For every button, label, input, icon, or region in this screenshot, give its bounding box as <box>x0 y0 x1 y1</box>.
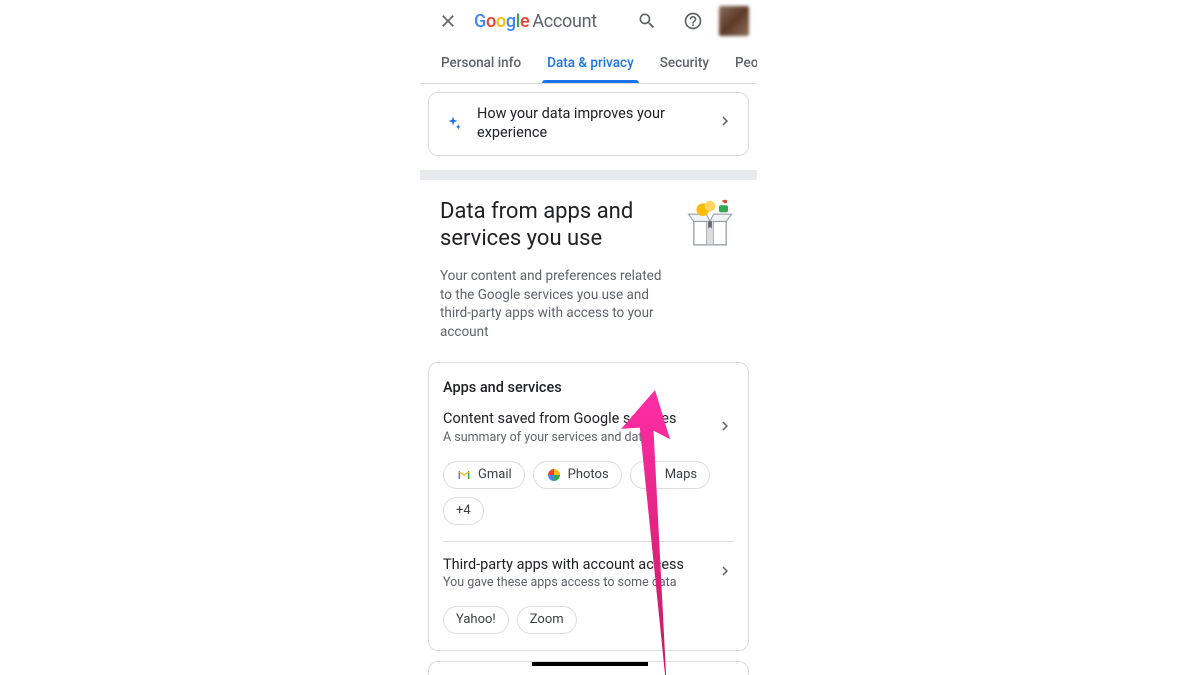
redaction-bar <box>532 662 648 666</box>
improve-title: How your data improves your experience <box>477 105 702 143</box>
chip-label: Zoom <box>530 612 564 627</box>
chevron-right-icon <box>716 417 734 440</box>
help-button[interactable] <box>673 1 713 41</box>
chip-label: Yahoo! <box>456 612 496 627</box>
chip-label: Maps <box>665 467 697 482</box>
search-button[interactable] <box>627 1 667 41</box>
chip-label: +4 <box>456 503 471 518</box>
chip-zoom[interactable]: Zoom <box>517 606 577 634</box>
content-saved-row[interactable]: Content saved from Google services A sum… <box>429 400 748 450</box>
maps-icon <box>643 467 659 483</box>
chip--4[interactable]: +4 <box>443 497 484 525</box>
apps-services-card: Apps and services Content saved from Goo… <box>428 362 749 651</box>
chip-photos[interactable]: Photos <box>533 461 622 489</box>
chip-yahoo-[interactable]: Yahoo! <box>443 606 509 634</box>
avatar[interactable] <box>719 6 749 36</box>
tab-security[interactable]: Security <box>647 42 722 83</box>
service-chips: Gmail Photos Maps +4 <box>429 451 748 541</box>
brand-suffix: Account <box>532 11 597 32</box>
close-icon <box>438 11 458 31</box>
sparkle-icon <box>443 114 463 134</box>
chip-label: Photos <box>568 467 609 482</box>
apps-group-title: Apps and services <box>429 363 748 400</box>
third-party-chips: Yahoo! Zoom <box>429 596 748 650</box>
content-saved-sub: A summary of your services and data <box>443 429 702 447</box>
third-party-sub: You gave these apps access to some data <box>443 574 702 592</box>
chevron-right-icon <box>716 112 734 135</box>
third-party-title: Third-party apps with account access <box>443 556 702 575</box>
gmail-icon <box>456 467 472 483</box>
tab-people[interactable]: People <box>722 42 757 83</box>
section-title: Data from apps and services you use <box>440 198 673 253</box>
section-header: Data from apps and services you use Your… <box>420 180 757 355</box>
photos-icon <box>546 467 562 483</box>
chip-label: Gmail <box>478 467 512 482</box>
content-saved-title: Content saved from Google services <box>443 410 702 429</box>
chevron-right-icon <box>716 562 734 585</box>
tab-data-privacy[interactable]: Data & privacy <box>534 42 647 83</box>
section-desc: Your content and preferences related to … <box>440 267 673 343</box>
close-button[interactable] <box>428 1 468 41</box>
help-icon <box>683 11 703 31</box>
chip-maps[interactable]: Maps <box>630 461 710 489</box>
chip-gmail[interactable]: Gmail <box>443 461 525 489</box>
tabs-bar: Personal infoData & privacySecurityPeopl… <box>420 42 757 84</box>
brand-logo: Google Account <box>474 11 597 32</box>
search-icon <box>637 11 657 31</box>
section-divider <box>420 170 757 180</box>
improve-experience-row[interactable]: How your data improves your experience <box>429 93 748 155</box>
box-illustration-icon <box>683 198 737 252</box>
tab-personal-info[interactable]: Personal info <box>428 42 534 83</box>
phone-viewport: Google Account Interested in learning mo… <box>420 0 757 675</box>
app-header: Google Account <box>420 0 757 42</box>
third-party-row[interactable]: Third-party apps with account access You… <box>429 542 748 596</box>
improve-experience-card: How your data improves your experience <box>428 92 749 156</box>
